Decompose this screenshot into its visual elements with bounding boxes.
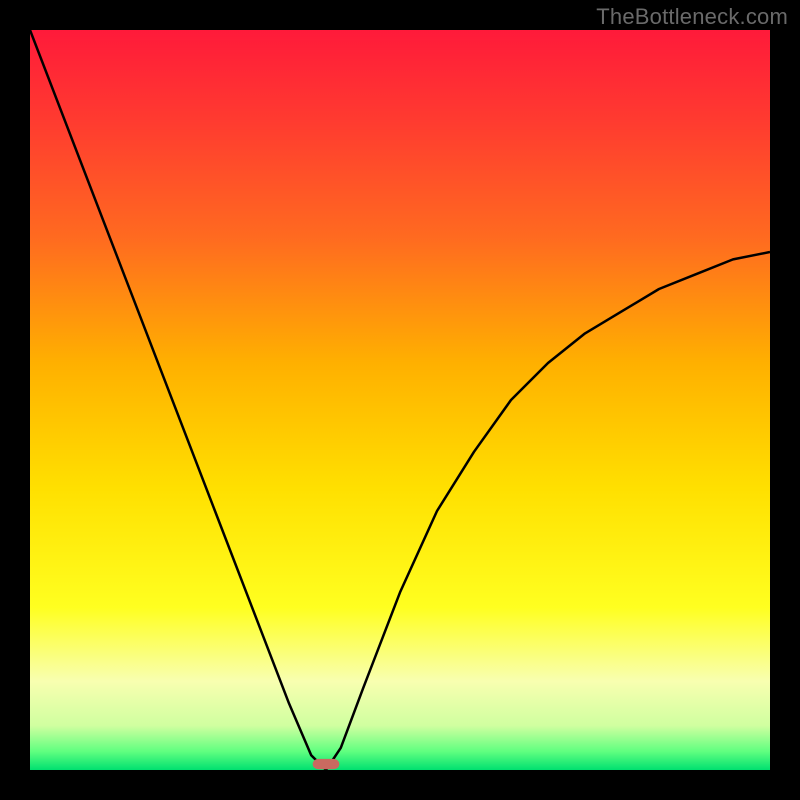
optimal-marker — [313, 759, 340, 769]
bottleneck-chart — [30, 30, 770, 770]
watermark-text: TheBottleneck.com — [596, 4, 788, 30]
gradient-background — [30, 30, 770, 770]
chart-frame: TheBottleneck.com — [0, 0, 800, 800]
plot-area — [30, 30, 770, 770]
